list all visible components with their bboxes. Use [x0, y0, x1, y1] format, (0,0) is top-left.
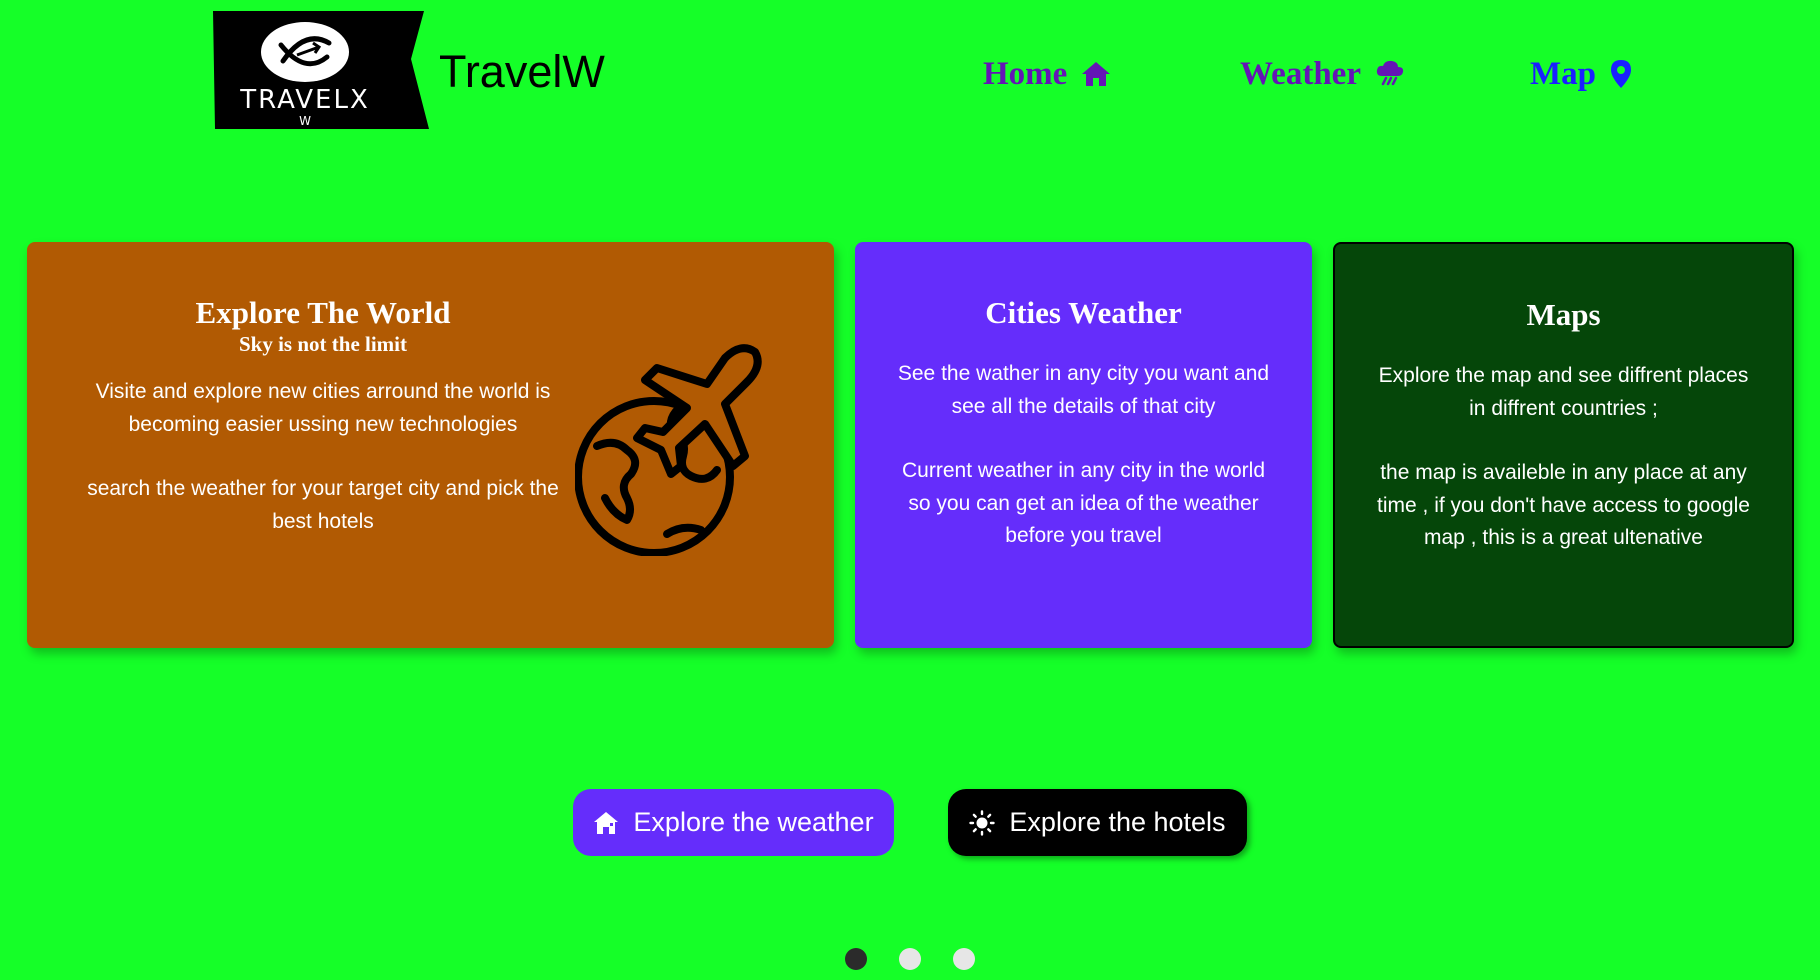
sun-icon — [969, 809, 996, 836]
cities-weather-card: Cities Weather See the wather in any cit… — [855, 242, 1312, 648]
card-text: Current weather in any city in the world… — [902, 459, 1265, 547]
explore-hotels-label: Explore the hotels — [1009, 807, 1226, 837]
nav-home-label: Home — [983, 55, 1068, 92]
card-subtitle: Sky is not the limit — [238, 332, 408, 356]
nav-weather-label: Weather — [1240, 55, 1361, 92]
card-text: Visite and explore new cities arround th… — [95, 380, 551, 436]
travelx-logo[interactable]: TRAVELX W — [213, 11, 429, 129]
card-text: the map is availeble in any place at any… — [1377, 461, 1750, 549]
map-pin-icon — [1611, 60, 1631, 88]
nav-map-label: Map — [1530, 55, 1596, 92]
brand-name: TravelW — [439, 46, 605, 97]
card-text: Explore the map and see diffrent places … — [1378, 364, 1749, 420]
explore-weather-label: Explore the weather — [633, 807, 874, 837]
cities-weather-content: Cities Weather See the wather in any cit… — [855, 294, 1312, 553]
maps-content: Maps Explore the map and see diffrent pl… — [1335, 296, 1792, 555]
carousel-dot-3[interactable] — [953, 948, 975, 970]
nav-map-link[interactable]: Map — [1530, 52, 1632, 96]
house-icon — [594, 811, 619, 834]
card-text: See the wather in any city you want and … — [897, 362, 1270, 418]
card-title: Maps — [1526, 297, 1601, 332]
logo-subtext: W — [299, 114, 311, 128]
home-icon — [1082, 62, 1111, 86]
logo-graphic: TRAVELX W — [213, 11, 429, 129]
nav-weather-link[interactable]: Weather — [1240, 52, 1405, 96]
maps-card: Maps Explore the map and see diffrent pl… — [1333, 242, 1794, 648]
card-text: search the weather for your target city … — [87, 477, 559, 533]
storm-cloud-icon — [1376, 60, 1404, 86]
explore-world-content: Explore The World Sky is not the limit V… — [83, 294, 563, 538]
nav-home-link[interactable]: Home — [983, 52, 1111, 96]
globe-airplane-icon — [575, 344, 762, 556]
explore-weather-button[interactable]: Explore the weather — [573, 789, 894, 856]
explore-hotels-button[interactable]: Explore the hotels — [948, 789, 1247, 856]
explore-world-card: Explore The World Sky is not the limit V… — [27, 242, 834, 648]
carousel-dot-1[interactable] — [845, 948, 867, 970]
logo-text: TRAVELX — [239, 85, 370, 115]
carousel-dot-2[interactable] — [899, 948, 921, 970]
card-title: Cities Weather — [985, 295, 1182, 330]
card-title: Explore The World — [195, 295, 451, 330]
